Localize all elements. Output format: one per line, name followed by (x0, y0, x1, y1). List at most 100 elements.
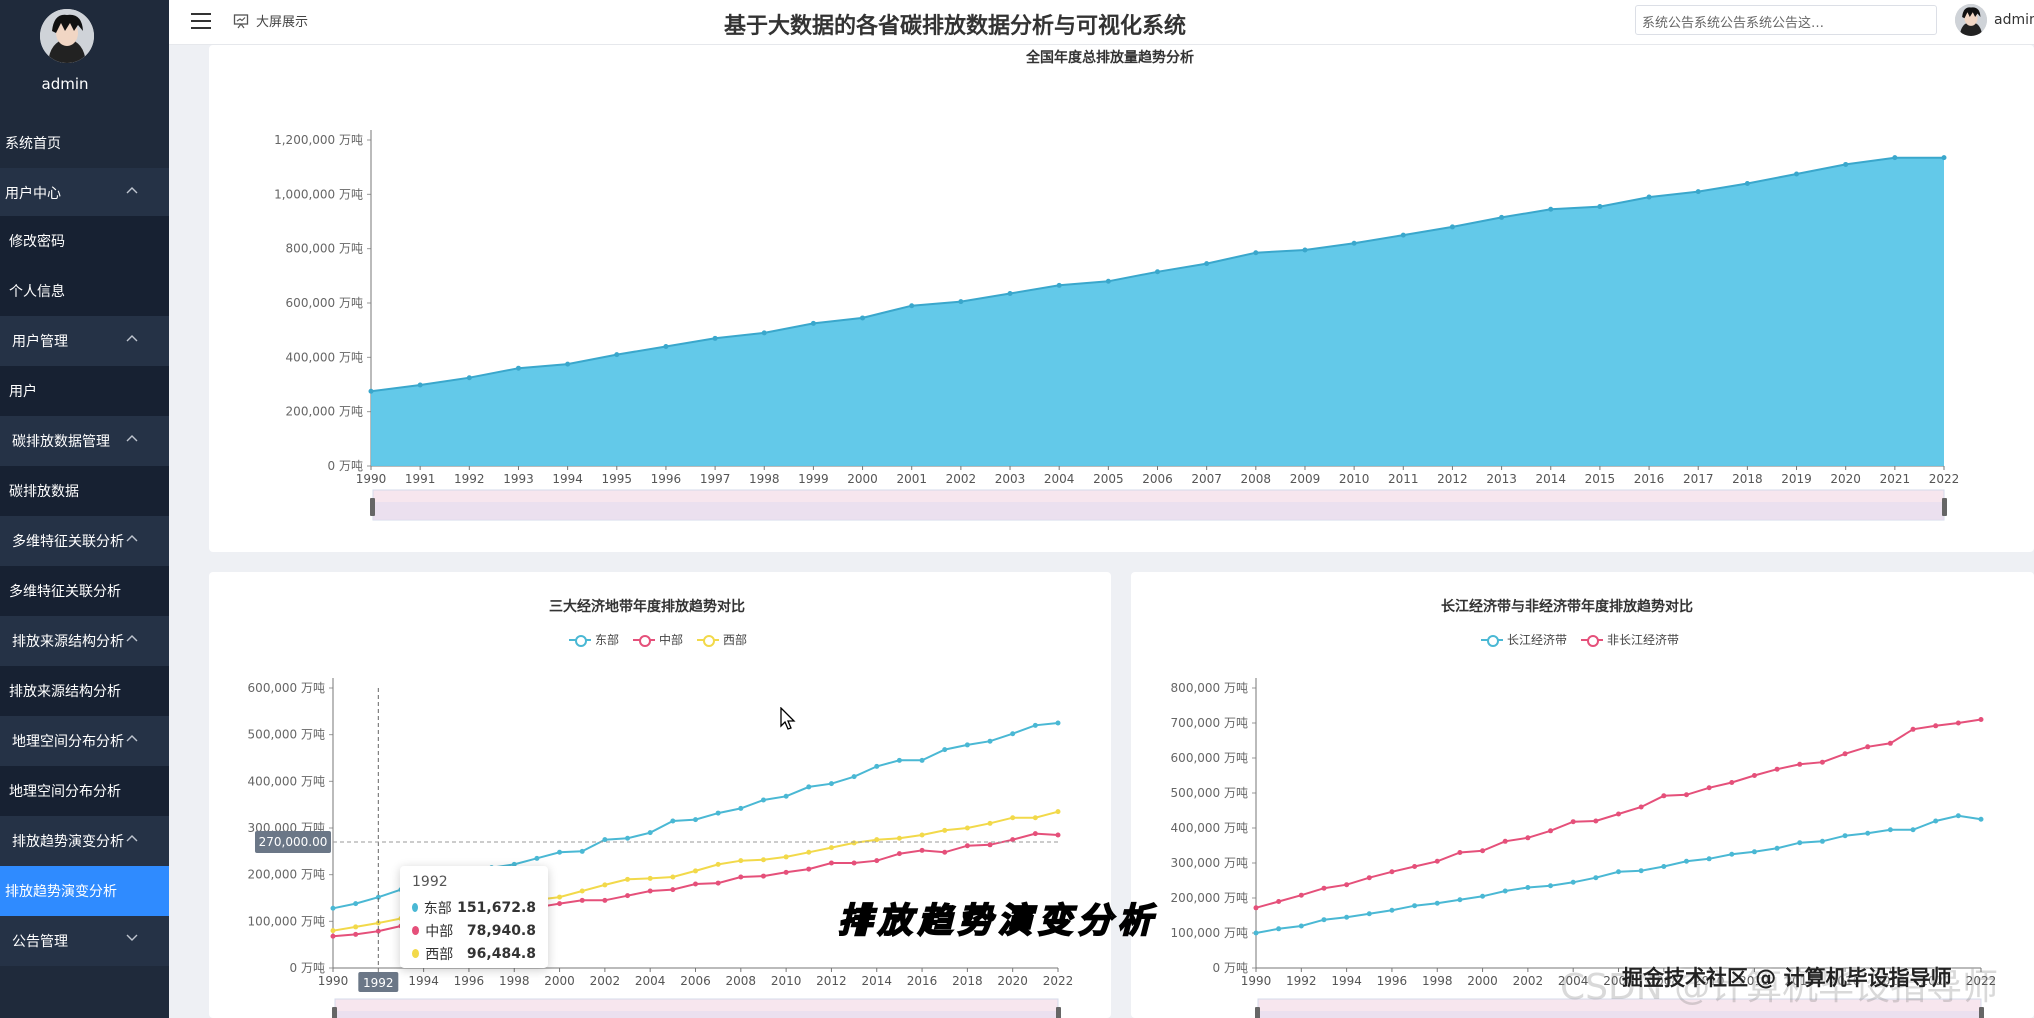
data-point (625, 893, 631, 899)
x-tick-label: 2006 (680, 974, 711, 988)
x-tick-label: 1998 (499, 974, 530, 988)
data-point (353, 924, 359, 930)
sidebar-username: admin (41, 75, 89, 93)
y-tick-label: 600,000 万吨 (248, 681, 325, 695)
data-point (1616, 869, 1621, 875)
data-point (1055, 720, 1061, 726)
sidebar-item-label: 用户管理 (12, 334, 68, 350)
zoom-slider-fill (373, 502, 1944, 520)
sidebar-item-label: 修改密码 (9, 234, 65, 250)
x-tick-label: 1991 (405, 472, 436, 486)
x-tick-label: 2020 (997, 974, 1028, 988)
data-point (874, 763, 880, 769)
tooltip-row: 中部 78,940.8 (412, 919, 536, 942)
sidebar-item[interactable]: 系统首页 (0, 118, 169, 168)
data-point (1480, 893, 1486, 899)
data-point (987, 738, 993, 744)
notice-marquee[interactable]: 系统公告系统公告系统公告这… (1635, 5, 1937, 35)
tooltip-row: 东部 151,672.8 (412, 896, 536, 919)
x-tick-label: 2005 (1093, 472, 1124, 486)
big-screen-label: 大屏展示 (256, 15, 309, 30)
sidebar-item[interactable]: 多维特征关联分析 (0, 516, 169, 566)
data-point (353, 931, 359, 937)
data-point (1400, 232, 1406, 238)
sidebar-item[interactable]: 修改密码 (0, 216, 169, 266)
data-point (896, 851, 902, 857)
data-point (1774, 845, 1780, 851)
sidebar-item[interactable]: 公告管理 (0, 916, 169, 966)
data-point (602, 882, 608, 888)
data-point (1302, 247, 1308, 253)
data-point (806, 866, 812, 872)
sidebar-item[interactable]: 排放趋势演变分析 (0, 866, 169, 916)
x-tick-label: 1997 (700, 472, 731, 486)
data-point (760, 797, 766, 803)
header-username[interactable]: admin (1994, 12, 2034, 28)
data-point (1638, 804, 1644, 810)
sidebar-item[interactable]: 用户中心 (0, 168, 169, 218)
data-point (1933, 723, 1939, 729)
y-tick-label: 100,000 万吨 (248, 914, 325, 928)
data-point (1774, 766, 1780, 772)
data-point (760, 857, 766, 863)
data-point (1389, 907, 1395, 913)
data-point (1941, 155, 1947, 161)
sidebar-avatar[interactable] (40, 9, 94, 63)
header-avatar[interactable] (1955, 4, 1987, 36)
data-point (1729, 851, 1735, 857)
data-point (1056, 282, 1062, 288)
data-point (1683, 792, 1689, 798)
x-tick-label: 2004 (1044, 472, 1075, 486)
big-screen-button[interactable]: 大屏展示 (233, 11, 308, 30)
national-trend-card: 全国年度总排放量趋势分析 0 万吨 200,000 万吨 400,000 万吨 600… (209, 45, 2034, 552)
x-tick-label: 2008 (1241, 472, 1272, 486)
data-point (715, 810, 721, 816)
data-point (466, 375, 472, 381)
sidebar-item[interactable]: 排放趋势演变分析 (0, 816, 169, 866)
tooltip-year: 1992 (412, 874, 448, 890)
x-tick-label: 1996 (1377, 974, 1408, 988)
sidebar-item[interactable]: 碳排放数据 (0, 466, 169, 516)
zoom-handle-left (1255, 1007, 1260, 1018)
sidebar-item[interactable]: 个人信息 (0, 266, 169, 316)
data-point (828, 781, 834, 787)
source-text: 掘金技术社区 @ 计算机毕设指导师 (1622, 966, 1952, 990)
x-tick-label: 1999 (798, 472, 829, 486)
data-point (1499, 214, 1505, 220)
sidebar-item[interactable]: 地理空间分布分析 (0, 716, 169, 766)
data-point (987, 842, 993, 848)
sidebar-item[interactable]: 地理空间分布分析 (0, 766, 169, 816)
menu-toggle-icon[interactable] (191, 13, 211, 31)
y-tick-label: 500,000 万吨 (1171, 786, 1248, 800)
data-point (783, 793, 789, 799)
data-point (1706, 856, 1712, 862)
sidebar-item[interactable]: 多维特征关联分析 (0, 566, 169, 616)
data-point (1105, 278, 1111, 284)
data-point (1434, 900, 1440, 906)
data-point (602, 837, 608, 843)
x-tick-label: 2006 (1142, 472, 1173, 486)
data-point (1706, 785, 1712, 791)
x-tick-label: 2000 (847, 472, 878, 486)
y-tick-label: 600,000 万吨 (1171, 751, 1248, 765)
sidebar-item[interactable]: 碳排放数据管理 (0, 416, 169, 466)
y-tick-label: 400,000 万吨 (286, 350, 363, 364)
mouse-cursor-icon (780, 707, 796, 730)
sidebar-item-label: 地理空间分布分析 (9, 784, 121, 800)
data-point (1055, 832, 1061, 838)
data-point (1276, 926, 1282, 932)
sidebar-item[interactable]: 用户 (0, 366, 169, 416)
data-point (1344, 882, 1350, 888)
data-point (1910, 827, 1916, 833)
data-point (1548, 883, 1554, 889)
data-point (1819, 838, 1825, 844)
region-line-chart: 0 万吨100,000 万吨200,000 万吨300,000 万吨400,00… (248, 678, 1073, 1018)
video-caption: 排放趋势演变分析 (837, 900, 1158, 942)
sidebar-item-label: 多维特征关联分析 (9, 584, 121, 600)
sidebar-item-label: 排放来源结构分析 (9, 684, 121, 700)
data-point (1351, 240, 1357, 246)
data-point (353, 901, 359, 907)
sidebar-item[interactable]: 排放来源结构分析 (0, 616, 169, 666)
sidebar-item[interactable]: 排放来源结构分析 (0, 666, 169, 716)
sidebar-item[interactable]: 用户管理 (0, 316, 169, 366)
